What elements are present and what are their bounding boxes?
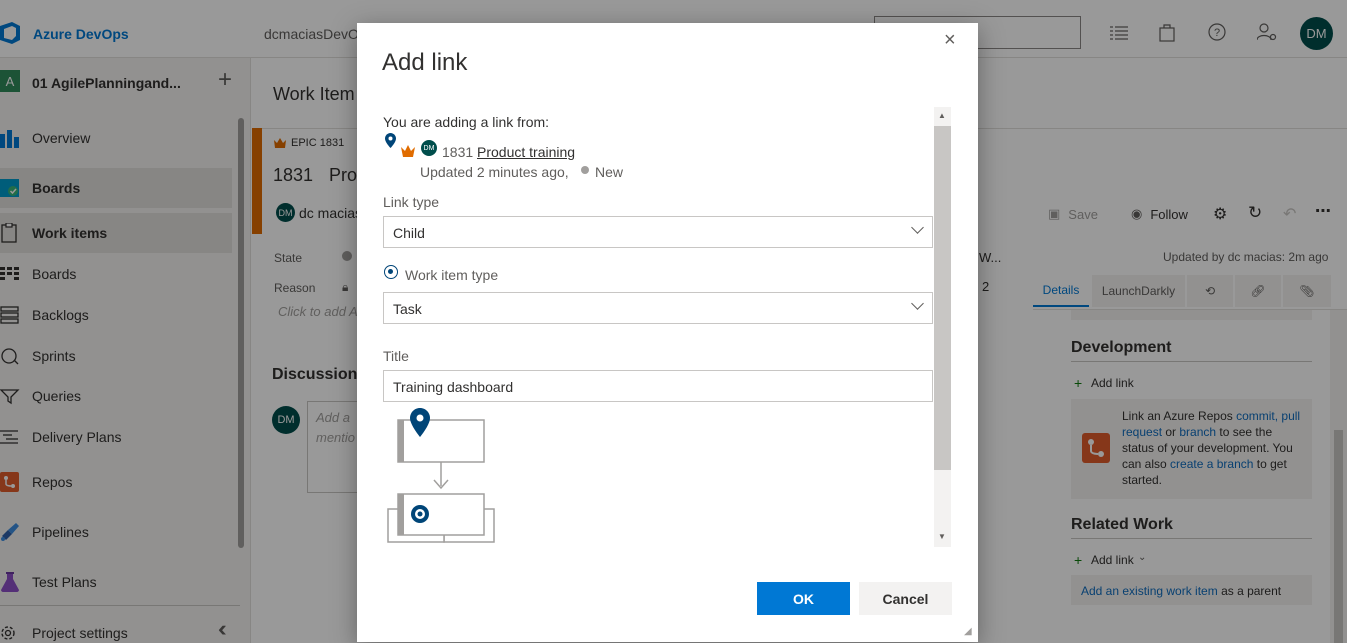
chevron-down-icon <box>911 297 924 310</box>
cancel-button[interactable]: Cancel <box>859 582 952 615</box>
from-avatar: DM <box>421 140 437 156</box>
close-icon[interactable]: × <box>944 29 956 52</box>
state-new-dot <box>581 166 589 174</box>
from-id: 1831 <box>442 144 474 160</box>
dialog-scrollbar[interactable]: ▲ ▼ <box>934 107 951 547</box>
work-item-type-select[interactable]: Task <box>383 292 933 324</box>
scroll-up-icon[interactable]: ▲ <box>938 111 946 120</box>
scroll-down-icon[interactable]: ▼ <box>938 532 946 541</box>
link-type-label: Link type <box>383 194 440 210</box>
location-pin-icon <box>385 133 396 148</box>
chevron-down-icon <box>911 221 924 234</box>
title-input-value: Training dashboard <box>393 379 514 395</box>
from-updated: Updated 2 minutes ago, <box>420 164 569 180</box>
link-type-value: Child <box>393 225 425 241</box>
epic-crown-icon <box>401 145 415 157</box>
from-state: New <box>595 164 624 180</box>
ok-button[interactable]: OK <box>757 582 850 615</box>
link-type-select[interactable]: Child <box>383 216 933 248</box>
title-input[interactable]: Training dashboard <box>383 370 933 402</box>
dialog-title: Add link <box>382 49 468 76</box>
from-title-link[interactable]: Product training <box>477 144 575 160</box>
add-link-dialog: Add link × You are adding a link from: D… <box>357 23 978 642</box>
title-label: Title <box>383 348 409 364</box>
resize-grip-icon[interactable]: ◢ <box>964 626 972 637</box>
dialog-scrollbar-thumb[interactable] <box>934 126 951 470</box>
adding-from-label: You are adding a link from: <box>383 114 550 130</box>
work-item-type-value: Task <box>393 301 422 317</box>
work-item-type-radio-icon <box>384 265 398 279</box>
work-item-type-label: Work item type <box>405 267 499 283</box>
link-diagram-icon <box>387 408 495 543</box>
